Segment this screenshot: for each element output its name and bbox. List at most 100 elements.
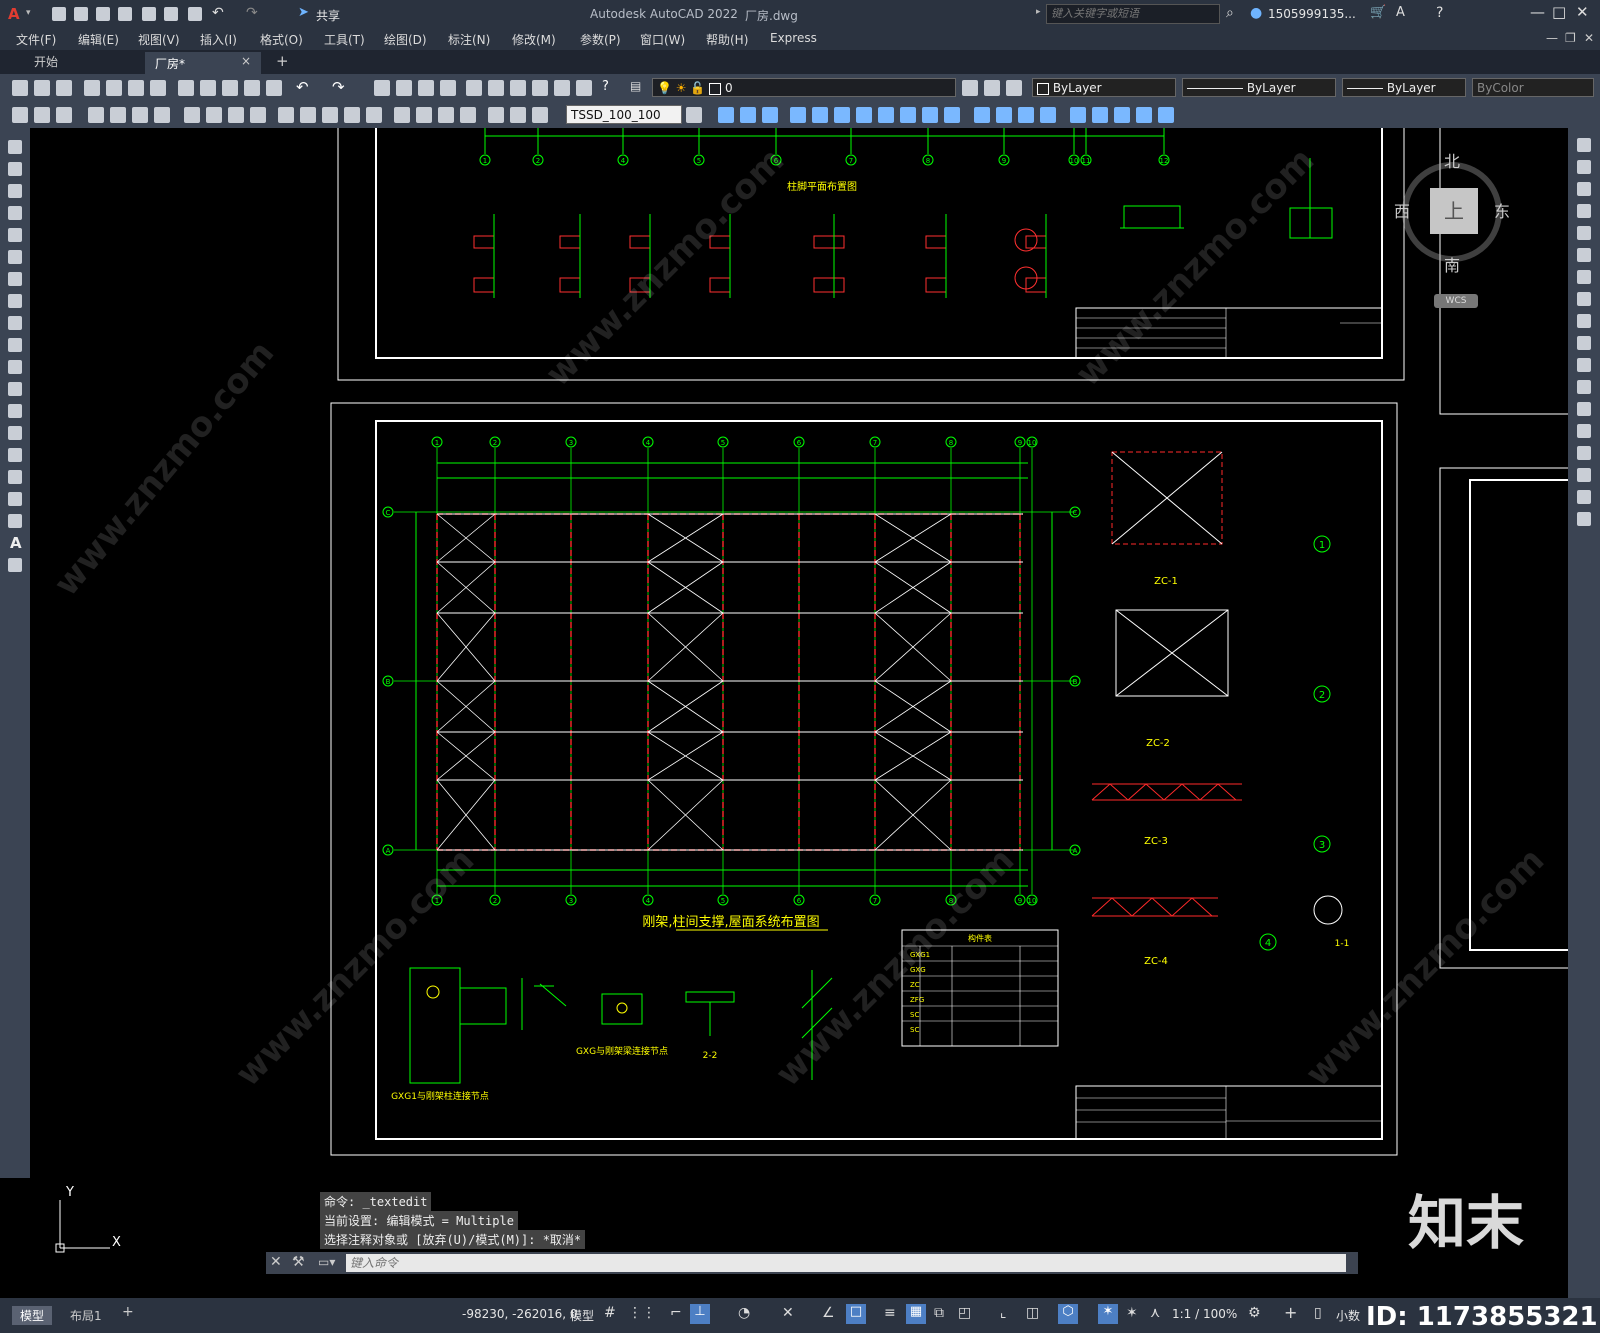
dimstyle-manager-icon[interactable] <box>686 107 702 123</box>
command-input[interactable] <box>346 1254 1346 1272</box>
3d-tool-b-icon[interactable] <box>740 107 756 123</box>
command-recent-icon[interactable]: ▭▾ <box>318 1255 335 1269</box>
cart-icon[interactable]: 🛒 <box>1370 5 1386 20</box>
undo-tb-icon[interactable]: ↶ <box>296 78 309 96</box>
ordinate-dim-icon[interactable] <box>154 107 170 123</box>
doc-minimize-icon[interactable]: — <box>1546 31 1558 45</box>
menu-tools[interactable]: 工具(T) <box>324 31 365 48</box>
menu-help[interactable]: 帮助(H) <box>706 31 748 48</box>
spline-icon[interactable] <box>8 316 22 330</box>
break-point-icon[interactable] <box>1577 380 1591 394</box>
dim-edit-icon[interactable] <box>488 107 504 123</box>
3d-tool-c-icon[interactable] <box>762 107 778 123</box>
compass-west[interactable]: 西 <box>1394 198 1410 222</box>
dimstyle-dropdown[interactable]: TSSD_100_100 <box>566 105 682 124</box>
share-button[interactable]: 共享 <box>316 7 340 24</box>
publish-icon[interactable] <box>128 80 144 96</box>
tab-model[interactable]: 模型 <box>12 1306 53 1325</box>
revision-cloud-icon[interactable] <box>8 294 22 308</box>
zoom-realtime-icon[interactable] <box>396 80 412 96</box>
markup-icon[interactable] <box>554 80 570 96</box>
scale-icon[interactable] <box>1577 292 1591 306</box>
stretch-icon[interactable] <box>1577 314 1591 328</box>
add-selected-icon[interactable] <box>8 558 22 572</box>
search-input[interactable] <box>1046 4 1220 24</box>
gizmo-icon[interactable]: ⬡ <box>1058 1304 1078 1324</box>
add-layout-icon[interactable]: + <box>122 1304 134 1320</box>
plotstyle-dropdown[interactable]: ByColor <box>1472 78 1594 97</box>
3d-tool-e-icon[interactable] <box>812 107 828 123</box>
plot-tb-icon[interactable] <box>84 80 100 96</box>
color-dropdown[interactable]: ByLayer <box>1032 78 1176 97</box>
search-expand-icon[interactable]: ▸ <box>1036 7 1041 17</box>
3d-tool-g-icon[interactable] <box>856 107 872 123</box>
share-icon[interactable]: ➤ <box>298 5 309 20</box>
multiline-text-icon[interactable]: A <box>10 534 22 552</box>
trim-icon[interactable] <box>1577 336 1591 350</box>
aligned-dim-icon[interactable] <box>110 107 126 123</box>
selection-cycling-icon[interactable]: ⧉ <box>934 1305 944 1321</box>
quickcalc-icon[interactable] <box>576 80 592 96</box>
menu-file[interactable]: 文件(F) <box>16 31 56 48</box>
insert-block-icon[interactable] <box>8 382 22 396</box>
new-icon[interactable] <box>12 80 28 96</box>
dim-space-icon[interactable] <box>344 107 360 123</box>
wcs-menu[interactable]: WCS <box>1434 294 1478 308</box>
table-icon[interactable] <box>8 514 22 528</box>
infer-constraints-icon[interactable]: ⌐ <box>670 1305 682 1321</box>
region-icon[interactable] <box>8 492 22 506</box>
undo-icon[interactable]: ↶ <box>212 5 224 21</box>
3d-tool-s-icon[interactable] <box>1136 107 1152 123</box>
ellipse-icon[interactable] <box>8 338 22 352</box>
object-snap-icon[interactable]: □ <box>846 1304 866 1324</box>
menu-view[interactable]: 视图(V) <box>138 31 180 48</box>
paste-icon[interactable] <box>222 80 238 96</box>
compass-south[interactable]: 南 <box>1444 252 1460 276</box>
save-as-icon[interactable] <box>118 7 132 21</box>
snap-icon[interactable]: ⋮⋮ <box>628 1305 656 1321</box>
explode-icon[interactable] <box>1577 512 1591 526</box>
units-icon[interactable]: ▯ <box>1314 1305 1322 1321</box>
menu-window[interactable]: 窗口(W) <box>640 31 685 48</box>
3d-tool-t-icon[interactable] <box>1158 107 1174 123</box>
polyline-icon[interactable] <box>8 184 22 198</box>
compass-east[interactable]: 东 <box>1494 198 1510 222</box>
copy-icon[interactable] <box>200 80 216 96</box>
layer-manager-icon[interactable]: ▤ <box>630 79 641 93</box>
plot-icon[interactable] <box>188 7 202 21</box>
annotation-scale-icon[interactable]: ⋏ <box>1150 1305 1160 1321</box>
center-mark-icon[interactable] <box>416 107 432 123</box>
ortho-icon[interactable]: ⊥ <box>690 1304 710 1324</box>
radius-dim-icon[interactable] <box>184 107 200 123</box>
new-file-icon[interactable] <box>52 7 66 21</box>
offset-icon[interactable] <box>1577 204 1591 218</box>
rotate-icon[interactable] <box>1577 270 1591 284</box>
jogged-dim-icon[interactable] <box>206 107 222 123</box>
minimize-icon[interactable]: — <box>1530 3 1545 21</box>
save-web-icon[interactable] <box>164 7 178 21</box>
tab-close-icon[interactable]: × <box>241 54 251 68</box>
fillet-icon[interactable] <box>1577 468 1591 482</box>
polar-tracking-icon[interactable]: ◔ <box>738 1305 750 1321</box>
circle-icon[interactable] <box>8 272 22 286</box>
annotation-scale-value[interactable]: 1:1 / 100% <box>1172 1307 1237 1321</box>
gradient-icon[interactable] <box>8 470 22 484</box>
polygon-icon[interactable] <box>8 206 22 220</box>
linetype-dropdown[interactable]: ByLayer <box>1182 78 1336 97</box>
erase-icon[interactable] <box>1577 138 1591 152</box>
app-menu-chevron-icon[interactable]: ▾ <box>26 8 31 18</box>
user-icon[interactable]: ● <box>1250 5 1262 21</box>
help-icon[interactable]: ? <box>1436 5 1443 21</box>
dim-update-icon[interactable] <box>532 107 548 123</box>
3d-tool-a-icon[interactable] <box>718 107 734 123</box>
3d-tool-o-icon[interactable] <box>1040 107 1056 123</box>
tool-a-icon[interactable] <box>12 107 28 123</box>
block-editor-icon[interactable] <box>266 80 282 96</box>
tool-palettes-icon[interactable] <box>510 80 526 96</box>
autocad-logo-icon[interactable]: A <box>8 5 20 23</box>
menu-express[interactable]: Express <box>770 31 817 45</box>
new-tab-icon[interactable]: + <box>276 52 289 70</box>
arc-icon[interactable] <box>8 250 22 264</box>
3d-tool-q-icon[interactable] <box>1092 107 1108 123</box>
tool-c-icon[interactable] <box>56 107 72 123</box>
